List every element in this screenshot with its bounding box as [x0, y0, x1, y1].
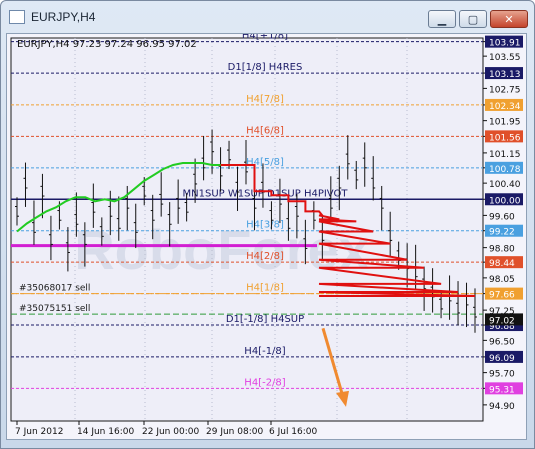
- y-axis-tick-label: 96.50: [489, 337, 515, 347]
- y-axis-tick-label: 95.70: [489, 370, 515, 380]
- title-bar[interactable]: EURJPY,H4 ▁ ▢ ✕: [1, 1, 534, 33]
- level-label: H4[5/8]: [246, 157, 284, 168]
- y-axis-level-label: 102.34: [489, 102, 521, 112]
- level-label: H4[6/8]: [246, 125, 284, 136]
- price-chart[interactable]: RoboForexH4[+1/8]D1[1/8] H4RESH4[7/8]H4[…: [7, 34, 526, 439]
- y-axis-tick-label: 103.55: [489, 53, 521, 63]
- y-axis-tick-label: 100.40: [489, 180, 521, 190]
- y-axis-level-label: 96.09: [489, 354, 515, 364]
- x-axis-tick-label: 7 Jun 2012: [15, 427, 63, 437]
- level-label: H4[-2/8]: [244, 377, 285, 388]
- y-axis-level-label: 100.78: [489, 165, 521, 175]
- y-axis-level-label: 100.00: [489, 196, 521, 206]
- level-label: H4[1/8]: [246, 283, 284, 294]
- level-label: D1[-1/8] H4SUP: [226, 314, 304, 325]
- level-label: H4[-1/8]: [244, 346, 285, 357]
- level-label: MN1SUP W1SUP D1SUP H4PIVOT: [183, 188, 349, 199]
- y-axis-level-label: 98.44: [489, 259, 515, 269]
- level-label: H4[2/8]: [246, 251, 284, 262]
- y-axis-level-label: 97.66: [489, 291, 515, 301]
- y-axis-tick-label: 101.15: [489, 150, 521, 160]
- x-axis-tick-label: 29 Jun 08:00: [206, 427, 263, 437]
- level-label: H4[3/8]: [246, 220, 284, 231]
- x-axis-tick-label: 6 Jul 16:00: [269, 427, 318, 437]
- chart-window-icon: [9, 10, 25, 24]
- x-axis-tick-label: 22 Jun 00:00: [142, 427, 199, 437]
- y-axis-tick-label: 94.90: [489, 402, 515, 412]
- order-label: #35075151 sell: [19, 304, 90, 314]
- minimize-button[interactable]: ▁: [428, 10, 456, 28]
- order-label: #35068017 sell: [19, 284, 90, 294]
- y-axis-tick-label: 98.80: [489, 245, 515, 255]
- y-axis-tick-label: 101.95: [489, 118, 521, 128]
- ohlc-header: EURJPY,H4 97.23 97.24 96.95 97.02: [17, 39, 197, 50]
- level-label: H4[7/8]: [246, 94, 284, 105]
- y-axis-level-label: 103.91: [489, 39, 521, 49]
- y-axis-tick-label: 102.75: [489, 85, 521, 95]
- y-axis-level-label: 99.22: [489, 228, 515, 238]
- close-button[interactable]: ✕: [490, 10, 528, 28]
- chart-window: EURJPY,H4 ▁ ▢ ✕ RoboForex H4[+1/8] D1[1/8]…: [0, 0, 535, 449]
- y-axis-level-label: 101.56: [489, 133, 521, 143]
- current-price-label: 97.02: [489, 316, 515, 326]
- y-axis-level-label: 103.13: [489, 70, 521, 80]
- y-axis-tick-label: 98.05: [489, 275, 515, 285]
- window-title: EURJPY,H4: [31, 10, 96, 24]
- maximize-button[interactable]: ▢: [459, 10, 487, 28]
- y-axis-level-label: 95.31: [489, 385, 515, 395]
- level-label: D1[1/8] H4RES: [228, 62, 303, 73]
- chart-area[interactable]: RoboForex H4[+1/8] D1[1/8] H4RES H4[7/8] H4[…: [6, 33, 527, 440]
- y-axis-tick-label: 99.60: [489, 212, 515, 222]
- x-axis-tick-label: 14 Jun 16:00: [77, 427, 134, 437]
- level-label: H4[+1/8]: [242, 34, 288, 42]
